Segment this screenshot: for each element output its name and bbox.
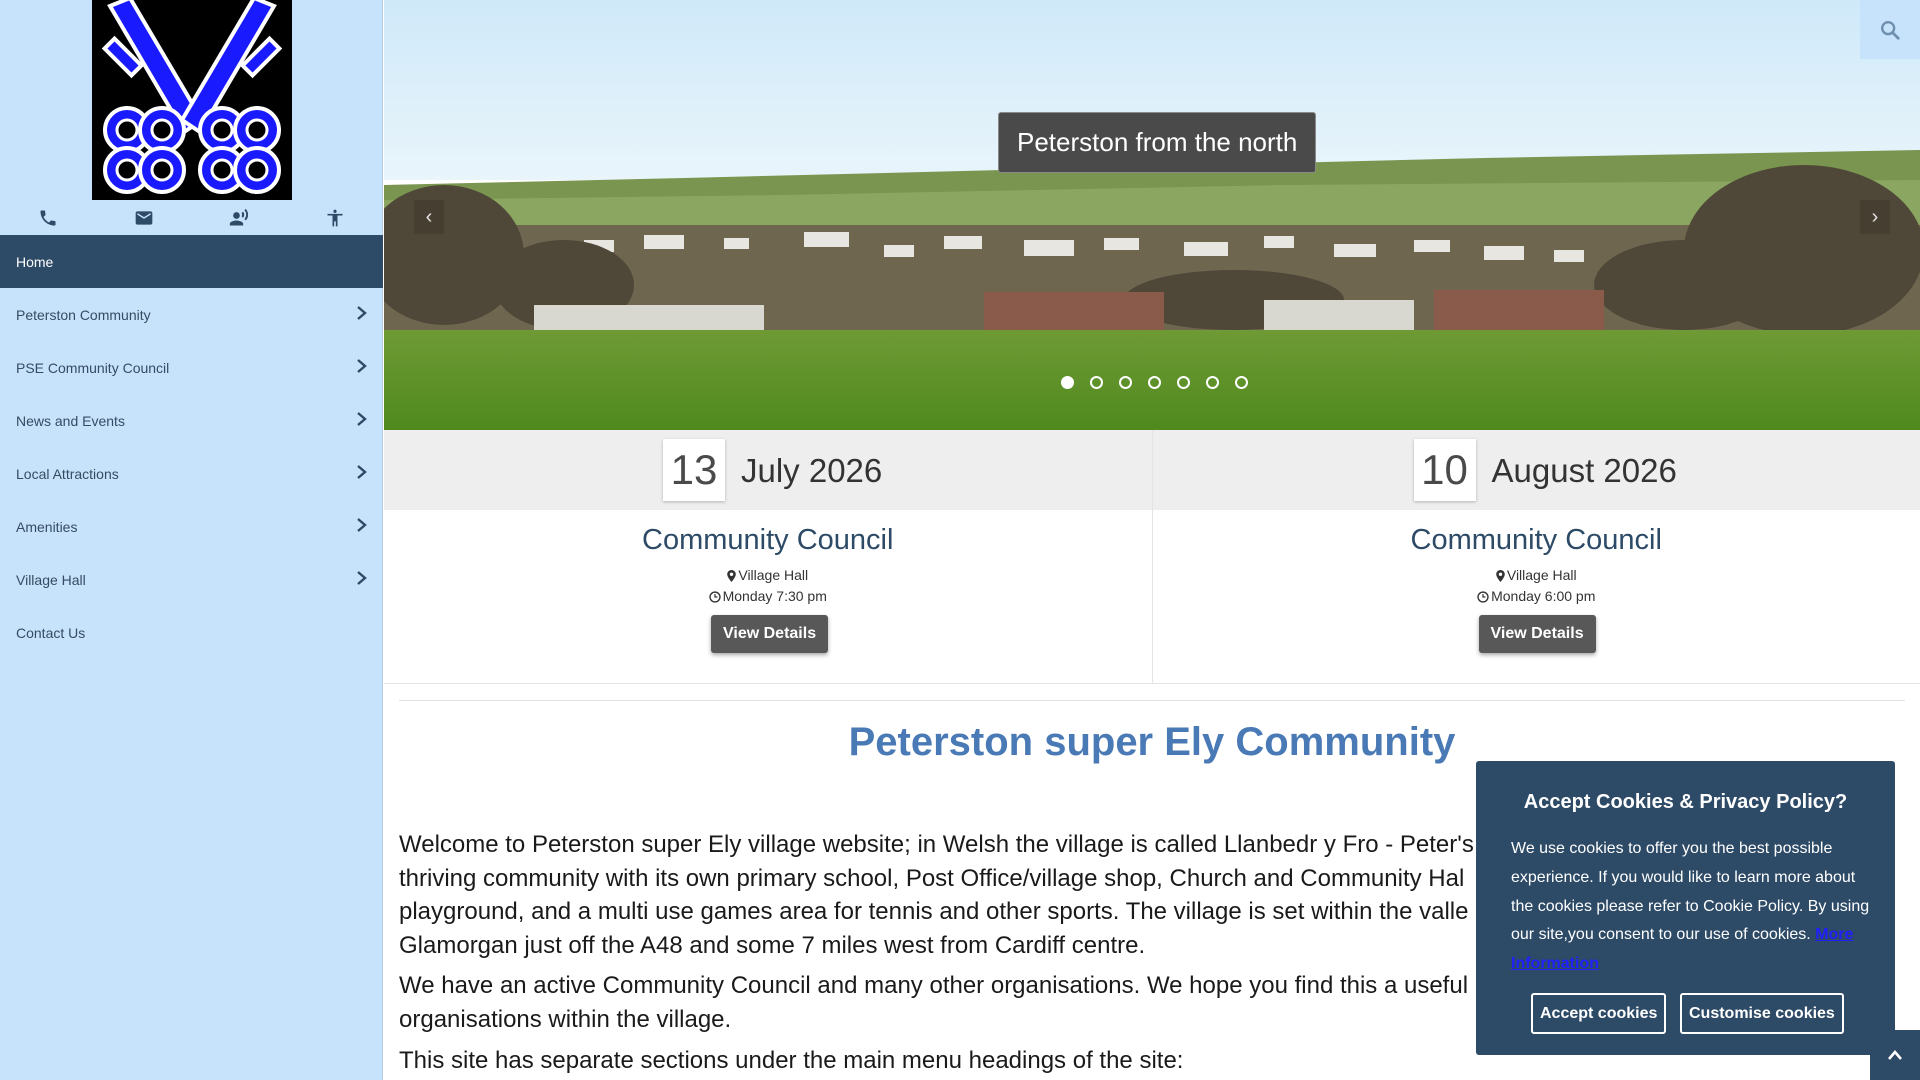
customise-cookies-button[interactable]: Customise cookies (1680, 993, 1844, 1034)
site-logo[interactable] (92, 0, 292, 200)
event-title[interactable]: Community Council (384, 524, 1152, 557)
event-date-bar: 10 August 2026 (1152, 430, 1920, 510)
slide-dot[interactable] (1177, 376, 1190, 389)
prev-slide-button[interactable]: ‹ (414, 200, 444, 234)
text-line: This site has separate sections under th… (399, 1046, 1184, 1074)
upcoming-events: 13 July 2026 Community Council Village H… (384, 430, 1920, 684)
nav-label: Peterston Community (16, 306, 151, 323)
chevron-right-icon (357, 412, 367, 426)
nav-label: PSE Community Council (16, 359, 170, 376)
chevron-right-icon (357, 518, 367, 532)
chevron-right-icon (357, 359, 367, 373)
next-slide-button[interactable]: › (1860, 200, 1890, 234)
search-icon (1881, 20, 1900, 40)
nav-item-local-attractions[interactable]: Local Attractions (0, 447, 383, 500)
nav-label: Village Hall (16, 571, 86, 588)
phone-icon[interactable] (34, 204, 62, 232)
slide-dot[interactable] (1061, 376, 1074, 389)
section-divider (399, 700, 1905, 701)
event-day: 13 (663, 439, 725, 501)
sidebar: Home Peterston Community PSE Community C… (0, 0, 383, 1080)
nav-item-contact-us[interactable]: Contact Us (0, 606, 383, 659)
map-marker-icon (1496, 570, 1505, 582)
slide-dot[interactable] (1206, 376, 1219, 389)
quick-contact-icons (0, 200, 383, 235)
voice-icon[interactable] (225, 204, 253, 232)
cookie-consent-dialog: Accept Cookies & Privacy Policy? We use … (1476, 761, 1895, 1055)
event-location: Village Hall (1153, 567, 1920, 583)
hero-slideshow[interactable]: Peterston from the north ‹ › (384, 0, 1920, 430)
event-time: Monday 6:00 pm (1153, 588, 1920, 604)
event-location-text: Village Hall (1506, 567, 1577, 583)
view-details-button[interactable]: View Details (1478, 615, 1596, 653)
slide-caption: Peterston from the north (998, 112, 1317, 173)
accept-cookies-button[interactable]: Accept cookies (1531, 993, 1667, 1034)
nav-label: Home (16, 253, 54, 270)
text-line: thriving community with its own primary … (399, 864, 1465, 892)
events-bottom-border (384, 683, 1920, 684)
event-day: 10 (1413, 439, 1476, 501)
clock-icon (708, 591, 721, 603)
nav-item-home[interactable]: Home (0, 235, 383, 288)
cookie-message: We use cookies to offer you the best pos… (1511, 835, 1871, 979)
event-card: 10 August 2026 Community Council Village… (1151, 430, 1920, 684)
slide-dot[interactable] (1090, 376, 1103, 389)
view-details-button[interactable]: View Details (711, 615, 829, 653)
email-icon[interactable] (130, 204, 158, 232)
event-month: July 2026 (741, 452, 883, 489)
text-line: playground, and a multi use games area f… (399, 898, 1469, 926)
event-location-text: Village Hall (738, 567, 809, 583)
event-month: August 2026 (1491, 452, 1677, 489)
slide-dot[interactable] (1235, 376, 1248, 389)
event-date-bar: 13 July 2026 (384, 430, 1152, 510)
text-line: Glamorgan just off the A48 and some 7 mi… (399, 931, 1146, 959)
search-button[interactable] (1860, 0, 1920, 59)
cookie-title: Accept Cookies & Privacy Policy? (1523, 791, 1848, 813)
slide-dot[interactable] (1148, 376, 1161, 389)
slide-dot[interactable] (1119, 376, 1132, 389)
event-time-text: Monday 6:00 pm (1491, 588, 1596, 604)
chevron-right-icon (357, 306, 367, 320)
text-line: Welcome to Peterston super Ely village w… (399, 831, 1474, 858)
text-line: We have an active Community Council and … (399, 972, 1469, 1000)
event-card: 13 July 2026 Community Council Village H… (384, 430, 1152, 684)
nav-item-pse-community-council[interactable]: PSE Community Council (0, 341, 383, 394)
chevron-right-icon (357, 465, 367, 479)
text-line: organisations within the village. (399, 1005, 732, 1033)
nav-item-news-and-events[interactable]: News and Events (0, 394, 383, 447)
nav-label: Local Attractions (16, 465, 119, 482)
nav-item-peterston-community[interactable]: Peterston Community (0, 288, 383, 341)
event-time: Monday 7:30 pm (384, 588, 1152, 604)
event-title[interactable]: Community Council (1153, 524, 1920, 557)
nav-label: News and Events (16, 412, 125, 429)
hero-image (384, 0, 1920, 430)
event-location: Village Hall (384, 567, 1152, 583)
page-title: Peterston super Ely Community (848, 720, 1456, 764)
clock-icon (1477, 591, 1489, 603)
scroll-to-top-button[interactable] (1870, 1030, 1920, 1080)
slide-dots (1061, 376, 1248, 389)
main-nav: Home Peterston Community PSE Community C… (0, 235, 383, 659)
nav-label: Amenities (16, 518, 78, 535)
event-time-text: Monday 7:30 pm (722, 588, 827, 604)
nav-label: Contact Us (16, 624, 86, 641)
map-marker-icon (727, 570, 737, 582)
accessibility-icon[interactable] (321, 204, 349, 232)
chevron-up-icon (1888, 1050, 1902, 1060)
nav-item-amenities[interactable]: Amenities (0, 500, 383, 553)
nav-item-village-hall[interactable]: Village Hall (0, 553, 383, 606)
chevron-right-icon (357, 571, 367, 585)
